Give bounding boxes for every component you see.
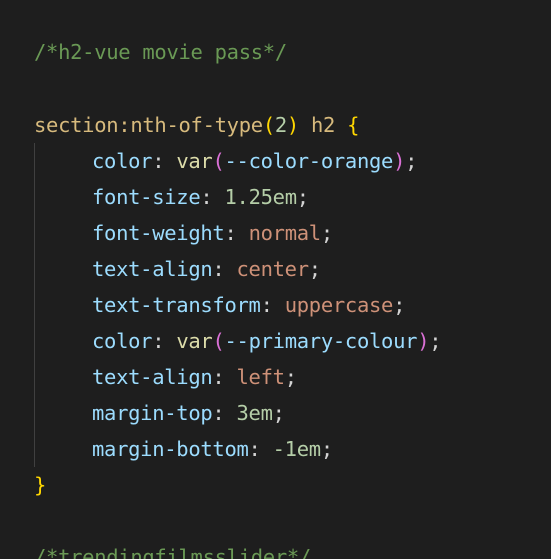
property-value: -1em (272, 437, 321, 461)
property-value: left (236, 365, 285, 389)
property-name: text-align (92, 365, 213, 389)
semicolon: ; (284, 365, 297, 389)
property-name: font-weight (92, 221, 225, 245)
function-name: var (176, 329, 213, 353)
colon: : (260, 293, 285, 317)
colon: : (212, 257, 237, 281)
colon: : (200, 185, 225, 209)
comment-line: /*trendingfilmsslider*/ (34, 545, 311, 559)
property-name: text-align (92, 257, 213, 281)
semicolon: ; (296, 185, 309, 209)
comment-line: /*h2-vue movie pass*/ (34, 40, 287, 64)
close-brace: } (34, 473, 47, 497)
selector-close-paren: ) (286, 113, 299, 137)
property-name: margin-top (92, 401, 213, 425)
semicolon: ; (308, 257, 321, 281)
function-close-paren: ) (417, 329, 430, 353)
declaration-line: color: var(--color-orange); (34, 143, 417, 179)
property-name: margin-bottom (92, 437, 249, 461)
selector-open-paren: ( (262, 113, 275, 137)
function-open-paren: ( (212, 149, 225, 173)
declaration-line: text-align: left; (34, 359, 297, 395)
colon: : (212, 365, 237, 389)
property-value: --primary-colour (224, 329, 418, 353)
open-brace: { (347, 113, 360, 137)
declaration-line: font-weight: normal; (34, 215, 333, 251)
property-name: text-transform (92, 293, 261, 317)
colon: : (248, 437, 273, 461)
code-editor[interactable]: /*h2-vue movie pass*/ section:nth-of-typ… (0, 0, 551, 559)
property-value: 1.25em (224, 185, 297, 209)
semicolon: ; (320, 437, 333, 461)
declaration-line: font-size: 1.25em; (34, 179, 309, 215)
selector-line: section:nth-of-type(2) h2 { (34, 107, 359, 143)
colon: : (152, 329, 177, 353)
semicolon: ; (393, 293, 406, 317)
declaration-line: margin-bottom: -1em; (34, 431, 333, 467)
declaration-line: text-align: center; (34, 251, 321, 287)
property-name: color (92, 329, 153, 353)
property-name: color (92, 149, 153, 173)
declaration-line: color: var(--primary-colour); (34, 323, 442, 359)
colon: : (212, 401, 237, 425)
declaration-line: text-transform: uppercase; (34, 287, 405, 323)
semicolon: ; (320, 221, 333, 245)
semicolon: ; (429, 329, 442, 353)
function-open-paren: ( (212, 329, 225, 353)
semicolon: ; (405, 149, 418, 173)
function-name: var (176, 149, 213, 173)
colon: : (224, 221, 249, 245)
property-name: font-size (92, 185, 201, 209)
property-value: 3em (236, 401, 273, 425)
selector-rest: h2 (298, 113, 348, 137)
property-value: uppercase (284, 293, 394, 317)
property-value: center (236, 257, 310, 281)
semicolon: ; (272, 401, 285, 425)
property-value: --color-orange (224, 149, 394, 173)
declaration-line: margin-top: 3em; (34, 395, 285, 431)
selector-name: section:nth-of-type (34, 113, 263, 137)
property-value: normal (248, 221, 322, 245)
colon: : (152, 149, 177, 173)
selector-arg: 2 (274, 113, 287, 137)
function-close-paren: ) (393, 149, 406, 173)
